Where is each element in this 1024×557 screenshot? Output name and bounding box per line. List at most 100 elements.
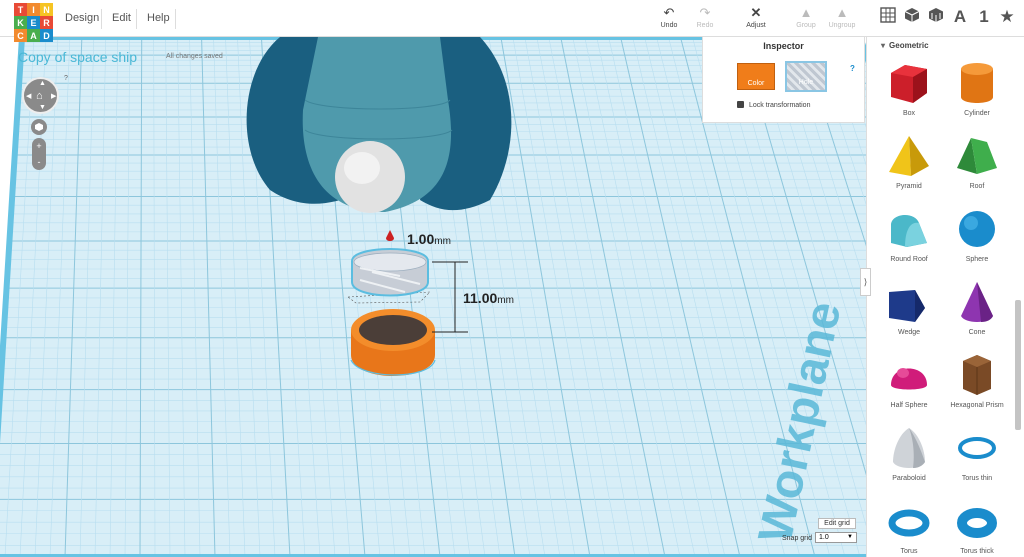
- color-button[interactable]: Color: [737, 63, 775, 90]
- shape-label: Torus thin: [961, 475, 993, 482]
- roof-icon: [942, 132, 1012, 180]
- snap-grid-select[interactable]: 1.0 ▼: [815, 532, 857, 543]
- redo-button[interactable]: ↷ Redo: [686, 6, 724, 30]
- grid-view-icon[interactable]: [878, 7, 898, 27]
- group-label: Group: [796, 22, 816, 29]
- logo-letter: N: [40, 3, 53, 16]
- shape-cylinder[interactable]: Cylinder: [942, 59, 1012, 117]
- save-status: All changes saved: [166, 53, 223, 60]
- cylinder-icon: [942, 59, 1012, 107]
- elevation-value[interactable]: 11.00: [463, 290, 497, 306]
- cone-icon: [942, 278, 1012, 326]
- block-view-icon[interactable]: [926, 7, 946, 27]
- wedge-icon: [874, 278, 944, 326]
- inspector-title: Inspector: [763, 41, 804, 51]
- shape-torus-thick[interactable]: Torus thick: [942, 497, 1012, 555]
- dropdown-arrow-icon: ▼: [847, 534, 853, 540]
- shape-wedge[interactable]: Wedge: [874, 278, 944, 336]
- half-sphere-icon: [874, 351, 944, 399]
- torus-thick-icon: [942, 497, 1012, 545]
- menu-divider: [175, 9, 176, 29]
- logo-letter: E: [27, 16, 40, 29]
- round-roof-icon: [874, 205, 944, 253]
- shape-roof[interactable]: Roof: [942, 132, 1012, 190]
- shape-sphere[interactable]: Sphere: [942, 205, 1012, 263]
- caret-down-icon: ▾: [881, 41, 886, 50]
- shapes-panel: ▾ Geometric Box Cylinder Pyramid Roof Round R…: [866, 37, 1024, 557]
- orbit-right-icon[interactable]: ▶: [51, 92, 56, 100]
- sphere-icon: [942, 205, 1012, 253]
- undo-icon: ↶: [663, 5, 675, 20]
- elevation-dimension[interactable]: 11.00mm: [463, 290, 514, 306]
- group-button[interactable]: ▲ Group: [787, 6, 825, 30]
- shape-box[interactable]: Box: [874, 59, 944, 117]
- shape-label: Round Roof: [890, 256, 928, 263]
- shape-pyramid[interactable]: Pyramid: [874, 132, 944, 190]
- hole-button[interactable]: Hole: [785, 61, 827, 92]
- lock-label: Lock transformation: [749, 102, 811, 109]
- orange-cylinder: [350, 309, 436, 376]
- panel-scrollbar[interactable]: [1015, 300, 1021, 430]
- shape-half-sphere[interactable]: Half Sphere: [874, 351, 944, 409]
- lock-icon: [737, 101, 744, 108]
- cube-view-icon[interactable]: [902, 7, 922, 27]
- orbit-down-icon[interactable]: ▼: [39, 104, 46, 111]
- shape-paraboloid[interactable]: Paraboloid: [874, 424, 944, 482]
- box-icon: [874, 59, 944, 107]
- menu-help[interactable]: Help: [147, 12, 170, 24]
- panel-toggle-button[interactable]: ⟩: [860, 268, 871, 296]
- shape-label: Hexagonal Prism: [950, 402, 1004, 409]
- shape-hexagonal-prism[interactable]: Hexagonal Prism: [942, 351, 1012, 409]
- torus-thin-icon: [942, 424, 1012, 472]
- paraboloid-icon: [874, 424, 944, 472]
- lock-transformation[interactable]: Lock transformation: [737, 101, 810, 109]
- height-value[interactable]: 1.00: [407, 231, 434, 247]
- snap-grid-label: Snap grid: [782, 535, 812, 542]
- project-title[interactable]: Copy of space ship: [18, 49, 137, 65]
- home-view-icon[interactable]: ⌂: [36, 90, 43, 102]
- height-dimension[interactable]: 1.00mm: [407, 231, 451, 247]
- inspector-panel: Inspector Color Hole ? Lock transformati…: [702, 36, 865, 123]
- menu-edit[interactable]: Edit: [112, 12, 131, 24]
- torus-icon: [874, 497, 944, 545]
- inspector-help-icon[interactable]: ?: [850, 64, 855, 73]
- adjust-icon: ✕: [750, 5, 762, 20]
- logo-letter: D: [40, 29, 53, 42]
- shape-torus[interactable]: Torus: [874, 497, 944, 555]
- orbit-up-icon[interactable]: ▲: [39, 80, 46, 87]
- orbit-control[interactable]: ▲ ▼ ◀ ▶ ⌂: [22, 77, 59, 114]
- undo-label: Undo: [660, 22, 678, 29]
- height-unit: mm: [434, 236, 451, 247]
- shape-torus-thin[interactable]: Torus thin: [942, 424, 1012, 482]
- spaceship-model: [246, 37, 512, 213]
- number-1-icon[interactable]: 1: [974, 7, 994, 27]
- adjust-button[interactable]: ✕ Adjust: [737, 5, 775, 30]
- shape-round-roof[interactable]: Round Roof: [874, 205, 944, 263]
- zoom-out-button[interactable]: -: [32, 154, 46, 170]
- top-toolbar: TINKERCAD Design Edit Help ↶ Undo ↷ Redo…: [0, 0, 1024, 42]
- logo-letter: I: [27, 3, 40, 16]
- view-help-icon[interactable]: ?: [64, 75, 68, 82]
- star-icon[interactable]: ★: [997, 7, 1017, 27]
- menu-design[interactable]: Design: [65, 12, 99, 24]
- undo-button[interactable]: ↶ Undo: [650, 5, 688, 30]
- snap-grid-value: 1.0: [819, 534, 829, 541]
- hexagonal-prism-icon: [942, 351, 1012, 399]
- text-A-icon[interactable]: A: [950, 7, 970, 27]
- logo-letter: R: [40, 16, 53, 29]
- view-cube-button[interactable]: [31, 119, 47, 135]
- menu-divider: [101, 9, 102, 29]
- zoom-in-button[interactable]: +: [32, 138, 46, 154]
- shape-label: Cone: [968, 329, 986, 336]
- shape-label: Cylinder: [964, 110, 990, 117]
- tinkercad-logo[interactable]: TINKERCAD: [14, 3, 53, 42]
- shape-cone[interactable]: Cone: [942, 278, 1012, 336]
- edit-grid-button[interactable]: Edit grid: [818, 518, 856, 529]
- ungroup-button[interactable]: ▲ Ungroup: [823, 6, 861, 30]
- logo-letter: A: [27, 29, 40, 42]
- shape-label: Half Sphere: [890, 402, 928, 409]
- shape-label: Torus thick: [960, 548, 994, 555]
- orbit-left-icon[interactable]: ◀: [26, 92, 31, 100]
- category-header[interactable]: ▾ Geometric: [881, 41, 929, 50]
- pyramid-icon: [874, 132, 944, 180]
